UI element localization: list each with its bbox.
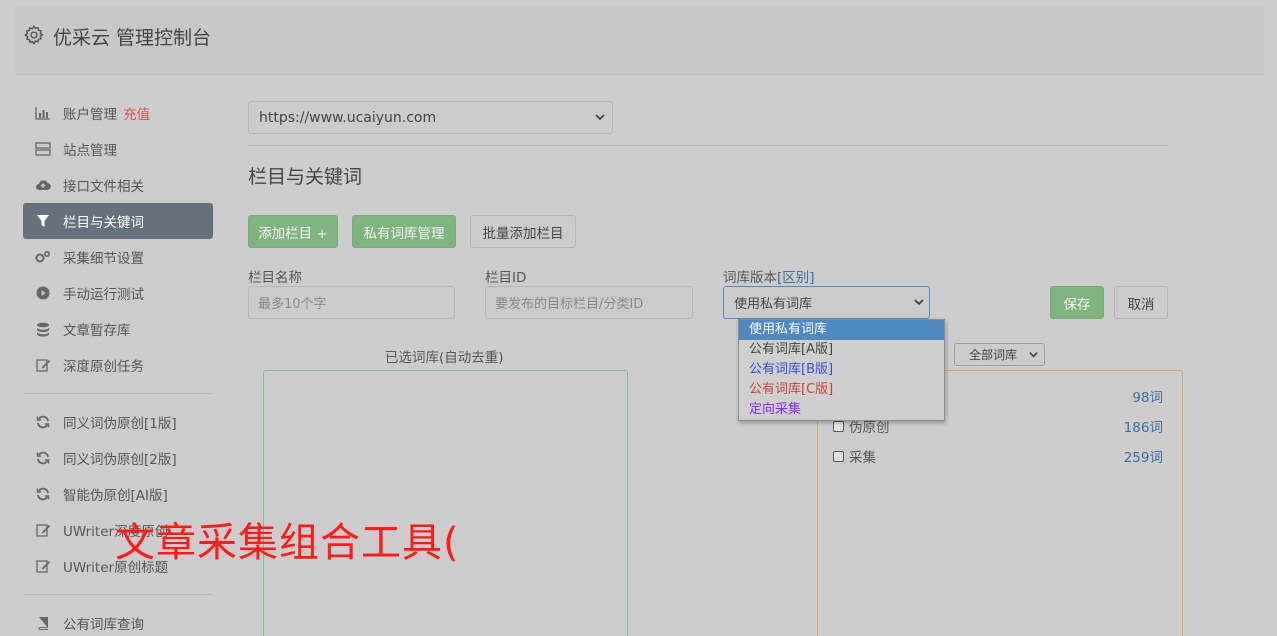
sidebar-item-label: 账户管理 xyxy=(63,107,117,123)
sidebar-item-label: 栏目与关键词 xyxy=(63,215,144,231)
sidebar-item-label: 接口文件相关 xyxy=(63,179,144,195)
sidebar-item-deep-original[interactable]: 深度原创任务 xyxy=(23,347,213,383)
lib-name: 采集 xyxy=(849,450,876,466)
sidebar-item-label: 手动运行测试 xyxy=(63,287,144,303)
section-title: 栏目与关键词 xyxy=(248,166,363,188)
gear-icon xyxy=(24,25,44,46)
lib-checkbox[interactable] xyxy=(833,450,844,462)
private-lib-button[interactable]: 私有词库管理 xyxy=(352,215,456,248)
dropdown-option[interactable]: 公有词库[B版] xyxy=(739,360,944,380)
column-id-label: 栏目ID xyxy=(485,270,527,286)
chevron-down-icon xyxy=(594,111,606,123)
lib-version-label-text: 词库版本 xyxy=(723,270,777,286)
sidebar-item-account[interactable]: 账户管理 充值 xyxy=(23,95,213,131)
column-id-input[interactable]: 要发布的目标栏目/分类ID xyxy=(485,286,693,319)
sidebar-item-label: 同义词伪原创[1版] xyxy=(63,416,177,432)
sidebar-item-label: 同义词伪原创[2版] xyxy=(63,452,177,468)
lib-version-value: 使用私有词库 xyxy=(734,297,813,312)
lib-checkbox[interactable] xyxy=(833,420,844,432)
lib-version-dropdown: 使用私有词库 公有词库[A版] 公有词库[B版] 公有词库[C版] 定向采集 xyxy=(738,319,945,421)
refresh-icon xyxy=(35,450,51,466)
divider xyxy=(248,145,1168,146)
header: 优采云 管理控制台 xyxy=(15,5,1264,75)
edit-icon xyxy=(35,522,51,538)
lib-row[interactable]: 采集 259词 xyxy=(833,446,1163,466)
sidebar-item-ai-rewrite[interactable]: 智能伪原创[AI版] xyxy=(23,476,213,512)
lib-version-select[interactable]: 使用私有词库 xyxy=(723,286,930,319)
lib-count: 98词 xyxy=(1132,390,1163,406)
cogs-icon xyxy=(35,249,51,265)
dropdown-option[interactable]: 定向采集 xyxy=(739,400,944,420)
chevron-down-icon xyxy=(913,296,925,308)
sidebar-item-manual-run[interactable]: 手动运行测试 xyxy=(23,275,213,311)
play-circle-icon xyxy=(35,285,51,301)
site-select-value: https://www.ucaiyun.com xyxy=(259,109,437,126)
save-button[interactable]: 保存 xyxy=(1050,286,1104,319)
sidebar-item-label: 采集细节设置 xyxy=(63,251,144,267)
all-libs-select[interactable]: 全部词库 xyxy=(954,343,1045,366)
server-icon xyxy=(35,141,51,157)
batch-add-button[interactable]: 批量添加栏目 xyxy=(470,215,576,248)
selected-libs-title: 已选词库(自动去重) xyxy=(385,350,504,366)
lib-count: 259词 xyxy=(1123,450,1163,466)
cancel-button[interactable]: 取消 xyxy=(1114,286,1168,319)
dropdown-option[interactable]: 公有词库[C版] xyxy=(739,380,944,400)
database-icon xyxy=(35,321,51,337)
add-column-button[interactable]: 添加栏目 + xyxy=(248,215,338,248)
dropdown-option[interactable]: 公有词库[A版] xyxy=(739,340,944,360)
sidebar-item-article-store[interactable]: 文章暂存库 xyxy=(23,311,213,347)
sidebar-divider xyxy=(23,393,213,394)
dropdown-option[interactable]: 使用私有词库 xyxy=(739,320,944,340)
site-select[interactable]: https://www.ucaiyun.com xyxy=(248,101,613,134)
sidebar-item-label: 文章暂存库 xyxy=(63,323,131,339)
column-name-input[interactable]: 最多10个字 xyxy=(248,286,455,319)
sidebar-item-sites[interactable]: 站点管理 xyxy=(23,131,213,167)
all-libs-select-value: 全部词库 xyxy=(969,348,1018,362)
sidebar-item-label: 公有词库查询 xyxy=(63,617,144,633)
page-title: 优采云 管理控制台 xyxy=(53,27,212,49)
recharge-link[interactable]: 充值 xyxy=(123,103,150,123)
edit-icon xyxy=(35,558,51,574)
sidebar-divider xyxy=(23,594,213,595)
sidebar-item-label: 智能伪原创[AI版] xyxy=(63,488,168,504)
sidebar-item-columns-keywords[interactable]: 栏目与关键词 xyxy=(23,203,213,239)
sidebar-item-public-lib-query[interactable]: 公有词库查询 xyxy=(23,605,213,636)
sidebar-item-label: 深度原创任务 xyxy=(63,359,144,375)
sidebar-item-synonym-v1[interactable]: 同义词伪原创[1版] xyxy=(23,404,213,440)
cloud-upload-icon xyxy=(35,177,51,193)
bar-chart-icon xyxy=(35,105,51,121)
refresh-icon xyxy=(35,414,51,430)
chevron-down-icon xyxy=(1028,349,1039,360)
lib-count: 186词 xyxy=(1123,420,1163,436)
sidebar-item-api-files[interactable]: 接口文件相关 xyxy=(23,167,213,203)
selected-libs-box[interactable] xyxy=(263,370,628,636)
book-icon xyxy=(35,615,51,631)
filter-icon xyxy=(35,213,51,229)
overlay-caption: 文章采集组合工具( xyxy=(115,520,460,566)
sidebar-item-collect-settings[interactable]: 采集细节设置 xyxy=(23,239,213,275)
column-name-label: 栏目名称 xyxy=(248,270,302,286)
sidebar-item-label: 站点管理 xyxy=(63,143,117,159)
sidebar-item-synonym-v2[interactable]: 同义词伪原创[2版] xyxy=(23,440,213,476)
edit-icon xyxy=(35,357,51,373)
refresh-icon xyxy=(35,486,51,502)
lib-version-diff-link[interactable]: [区别] xyxy=(777,270,815,286)
lib-version-label: 词库版本[区别] xyxy=(723,266,815,286)
